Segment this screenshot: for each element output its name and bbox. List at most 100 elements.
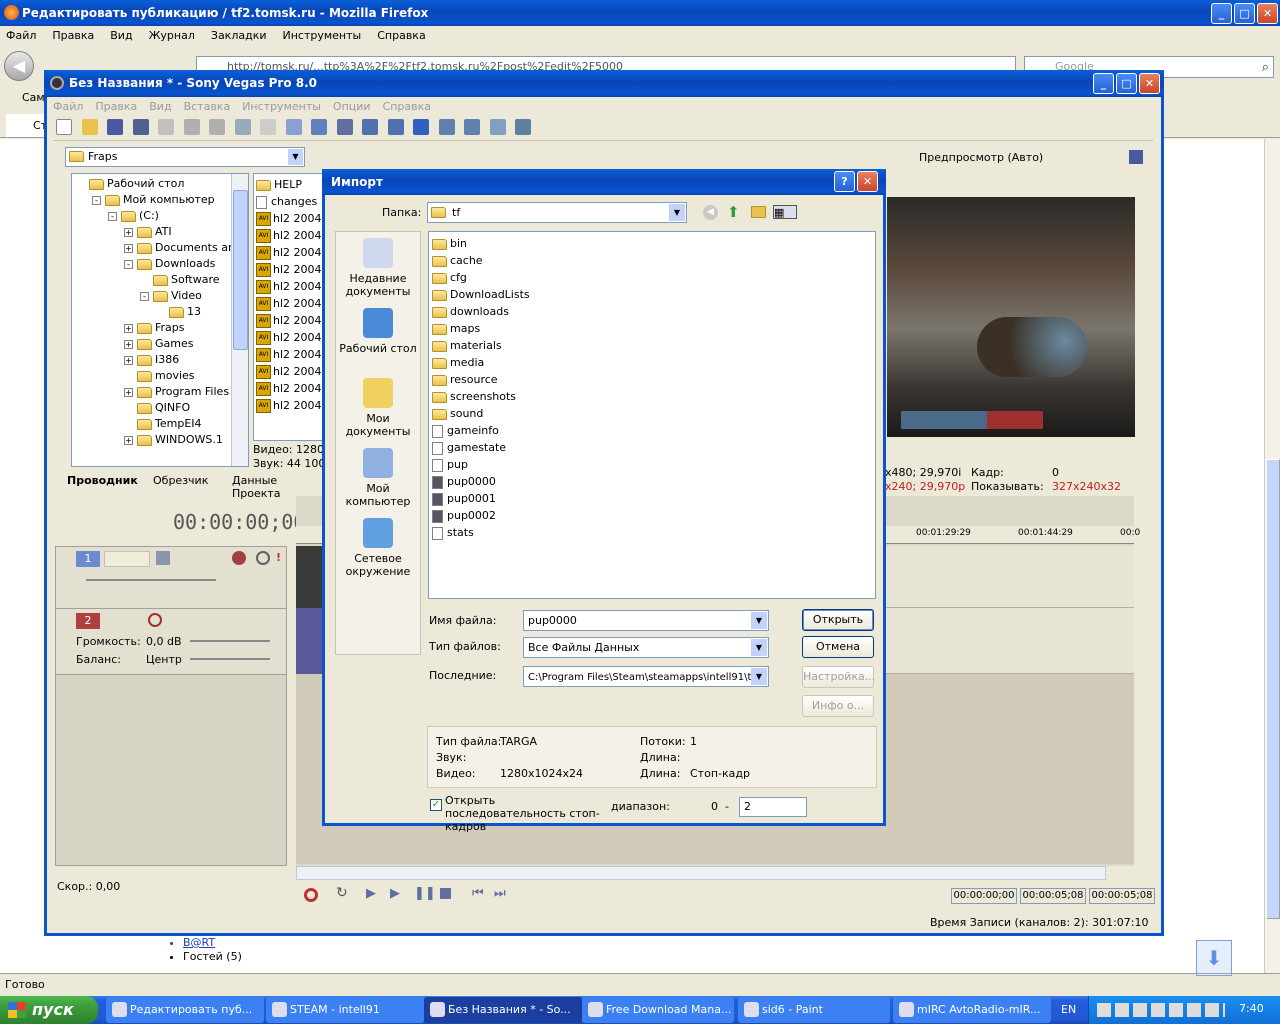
file-list-item[interactable]: DownloadLists: [429, 286, 875, 303]
tree-item[interactable]: + WINDOWS.1: [72, 432, 248, 448]
envelope-tool-icon[interactable]: [311, 119, 327, 135]
play-icon[interactable]: ▶: [390, 886, 400, 901]
vegas-menu-item-2[interactable]: Вид: [149, 100, 171, 113]
clock[interactable]: 7:40: [1239, 1002, 1264, 1015]
vegas-close-button[interactable]: ✕: [1139, 73, 1160, 94]
next-frame-icon[interactable]: ⏭: [494, 886, 506, 901]
pause-icon[interactable]: ❚❚: [414, 886, 436, 901]
sequence-checkbox[interactable]: ✓: [430, 799, 442, 811]
firefox-maximize-button[interactable]: □: [1234, 3, 1255, 24]
start-button[interactable]: пуск: [0, 996, 98, 1024]
track1-name-field[interactable]: [104, 551, 150, 567]
media-file-item[interactable]: AVI hl2 2004-0: [254, 329, 326, 346]
open-button[interactable]: Открыть: [802, 609, 874, 631]
expand-icon[interactable]: +: [124, 355, 133, 365]
tree-item[interactable]: + ATI: [72, 224, 248, 240]
page-scrollbar[interactable]: [1264, 139, 1280, 973]
vegas-titlebar[interactable]: Без Названия * - Sony Vegas Pro 8.0 _ □ …: [44, 70, 1164, 97]
scroll-thumb[interactable]: [233, 190, 248, 350]
place-my-documents[interactable]: Мои документы: [336, 378, 420, 438]
taskbar-item[interactable]: STEAM - intell91: [266, 997, 424, 1023]
taskbar-item[interactable]: sid6 - Paint: [738, 997, 890, 1023]
menu-item-5[interactable]: Инструменты: [283, 29, 362, 42]
back-button[interactable]: ◀: [4, 51, 34, 81]
video-track-header[interactable]: 1 !: [56, 547, 286, 609]
loop-icon[interactable]: ↻: [336, 885, 348, 901]
range-to-input[interactable]: 2: [739, 797, 807, 817]
file-list-item[interactable]: pup0001: [429, 490, 875, 507]
expand-icon[interactable]: +: [124, 387, 133, 397]
search-icon[interactable]: ⌕: [1262, 58, 1269, 78]
folder-combo[interactable]: tf ▼: [427, 202, 687, 223]
chevron-down-icon[interactable]: ▼: [288, 149, 303, 165]
up-folder-icon[interactable]: ⬆: [727, 203, 740, 221]
media-file-item[interactable]: AVI hl2 2004-0: [254, 244, 326, 261]
firefox-titlebar[interactable]: Редактировать публикацию / tf2.tomsk.ru …: [0, 0, 1280, 26]
help-icon[interactable]: [515, 119, 531, 135]
audio-track-header[interactable]: 2 Громкость: 0,0 dB Баланс: Центр: [56, 609, 286, 675]
taskbar-item[interactable]: Без Названия * - So...: [424, 997, 582, 1023]
preview-quality-label[interactable]: Предпросмотр (Авто): [919, 151, 1043, 164]
prev-frame-icon[interactable]: ⏮: [472, 886, 484, 901]
settings-button[interactable]: Настройка...: [802, 666, 875, 688]
menu-item-2[interactable]: Вид: [110, 29, 132, 42]
taskbar-item[interactable]: mIRC AvtoRadio-mIR...: [893, 997, 1051, 1023]
vegas-menu-item-1[interactable]: Правка: [95, 100, 137, 113]
tree-item[interactable]: movies: [72, 368, 248, 384]
taskbar-item[interactable]: Free Download Mana...: [582, 997, 734, 1023]
render-icon[interactable]: [132, 119, 149, 135]
marker-icon[interactable]: [438, 119, 455, 135]
tree-item[interactable]: + Program Files: [72, 384, 248, 400]
play-from-start-icon[interactable]: ▶: [366, 886, 376, 901]
tree-item[interactable]: + Games: [72, 336, 248, 352]
tree-item[interactable]: QINFO: [72, 400, 248, 416]
place-network-places[interactable]: Сетевое окружение: [336, 518, 420, 578]
info-button[interactable]: Инфо о...: [802, 695, 874, 717]
edit-tool-icon[interactable]: [285, 119, 302, 135]
file-list-item[interactable]: cache: [429, 252, 875, 269]
chevron-down-icon[interactable]: ▼: [751, 668, 767, 685]
file-list-item[interactable]: materials: [429, 337, 875, 354]
opacity-slider[interactable]: [86, 579, 216, 581]
file-list-item[interactable]: sound: [429, 405, 875, 422]
properties-icon[interactable]: [489, 119, 506, 135]
file-list-item[interactable]: media: [429, 354, 875, 371]
expand-icon[interactable]: -: [108, 211, 117, 221]
tree-item[interactable]: + Documents and: [72, 240, 248, 256]
record-arm-icon[interactable]: [148, 613, 162, 627]
menu-item-0[interactable]: Файл: [6, 29, 36, 42]
balance-slider[interactable]: [190, 658, 270, 660]
compositing-icon[interactable]: [156, 551, 170, 565]
file-list-item[interactable]: gamestate: [429, 439, 875, 456]
tree-item[interactable]: Рабочий стол: [72, 176, 248, 192]
tab-trimmer[interactable]: Обрезчик: [153, 474, 208, 487]
tree-item[interactable]: - Video: [72, 288, 248, 304]
vegas-menu-item-3[interactable]: Вставка: [184, 100, 231, 113]
vegas-maximize-button[interactable]: □: [1116, 73, 1137, 94]
file-list-item[interactable]: pup: [429, 456, 875, 473]
tree-item[interactable]: + I386: [72, 352, 248, 368]
view-menu-icon[interactable]: ▦: [773, 205, 797, 219]
media-file-item[interactable]: AVI hl2 2004-0: [254, 346, 326, 363]
lock-envelopes-icon[interactable]: [413, 119, 429, 135]
snap-icon[interactable]: [362, 119, 378, 135]
tree-item[interactable]: TempEI4: [72, 416, 248, 432]
media-file-item[interactable]: AVI hl2 2004-0: [254, 312, 326, 329]
new-folder-icon[interactable]: [751, 206, 766, 218]
filetype-select[interactable]: Все Файлы Данных ▼: [523, 637, 769, 658]
expand-icon[interactable]: -: [92, 195, 101, 205]
vegas-menu-item-0[interactable]: Файл: [53, 100, 83, 113]
place-desktop[interactable]: Рабочий стол: [336, 308, 420, 355]
tree-scrollbar[interactable]: [231, 174, 248, 466]
dialog-close-button[interactable]: ✕: [857, 171, 878, 192]
place-my-computer[interactable]: Мой компьютер: [336, 448, 420, 508]
timeline-hscroll[interactable]: [296, 866, 1106, 880]
explorer-path-combo[interactable]: Fraps ▼: [65, 147, 305, 167]
record-button[interactable]: [304, 888, 318, 902]
fx-icon[interactable]: [232, 551, 246, 565]
file-list-item[interactable]: stats: [429, 524, 875, 541]
file-list-item[interactable]: bin: [429, 235, 875, 252]
dialog-help-button[interactable]: ?: [834, 171, 855, 192]
expand-icon[interactable]: +: [124, 243, 133, 253]
stop-icon[interactable]: [440, 888, 451, 899]
